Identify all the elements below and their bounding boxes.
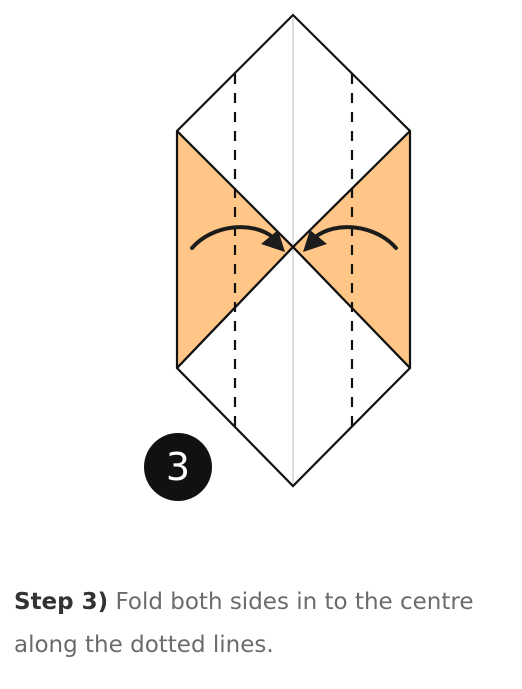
step-label: Step 3) [14, 589, 109, 615]
step-caption: Step 3) Fold both sides in to the centre… [14, 581, 514, 667]
step-number-badge: 3 [144, 433, 212, 501]
origami-step-diagram [175, 13, 412, 488]
